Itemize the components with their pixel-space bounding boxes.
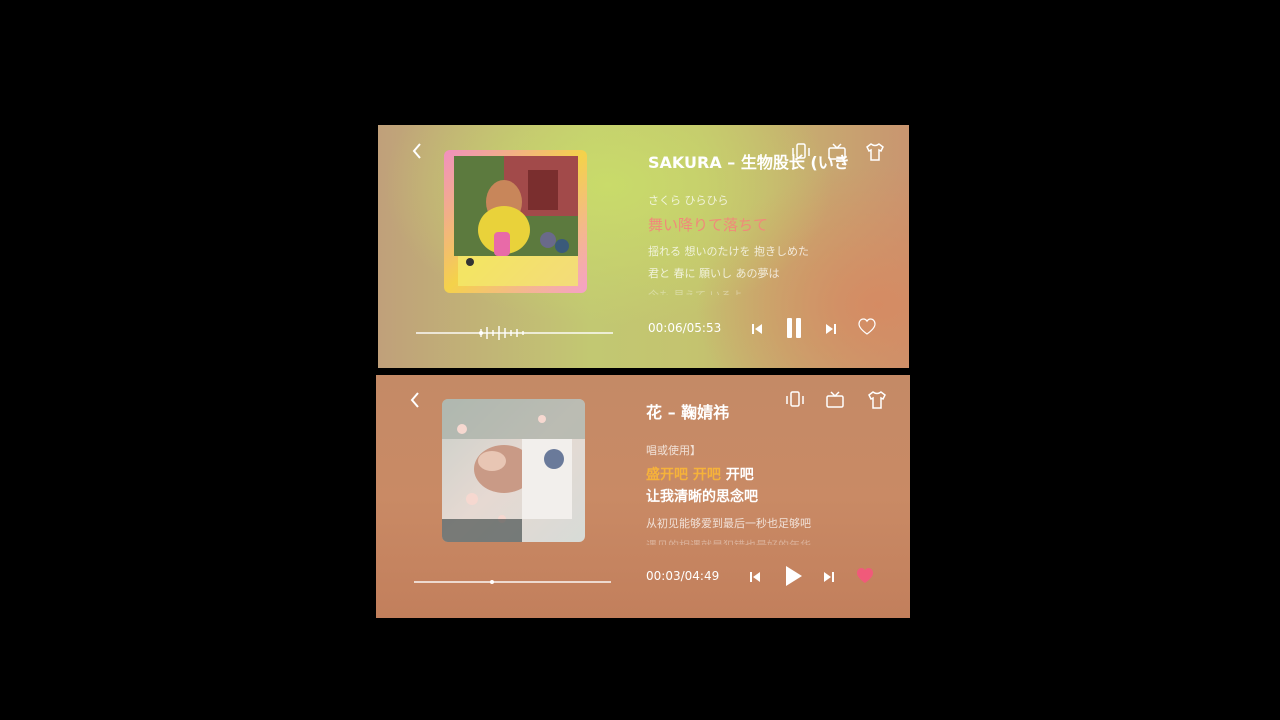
lyric-line-previous: 唱或使用】: [646, 444, 701, 457]
lyric-line-after: 君と 春に 願いし あの夢は: [648, 267, 780, 280]
tv-icon[interactable]: [826, 141, 848, 163]
back-icon[interactable]: [410, 141, 424, 161]
lyric-sung-part: 盛开吧 开吧: [646, 467, 721, 483]
music-player-hua: 花 – 鞠婧祎 唱或使用】 盛开吧 开吧 开吧 让我清晰的思念吧 从初见能够爱到…: [376, 375, 910, 618]
pause-button[interactable]: [784, 317, 804, 343]
tshirt-icon[interactable]: [864, 141, 886, 163]
lyric-line-fade: 遇见的相遇就是犯错也最好的年华: [646, 537, 811, 545]
lyric-line-previous: さくら ひらひら: [648, 194, 729, 207]
lyric-line-after: 从初见能够爱到最后一秒也足够吧: [646, 517, 811, 530]
lyric-unsung-part: 开吧: [720, 467, 754, 483]
lyric-line-next: 揺れる 想いのたけを 抱きしめた: [648, 245, 809, 258]
playback-time: 00:06/05:53: [648, 321, 722, 335]
heart-icon[interactable]: [858, 318, 882, 340]
back-icon[interactable]: [408, 390, 422, 410]
lyric-line-active: 舞い降りて落ちて: [648, 216, 769, 234]
next-icon[interactable]: [822, 569, 836, 588]
play-button[interactable]: [782, 564, 804, 592]
tshirt-icon[interactable]: [866, 389, 888, 411]
heart-icon[interactable]: [856, 567, 880, 589]
music-player-sakura: SAKURA – 生物股长 (いき さくら ひらひら 舞い降りて落ちて 揺れる …: [378, 125, 909, 368]
progress-bar[interactable]: [414, 580, 611, 584]
vibrate-icon[interactable]: [784, 389, 806, 411]
waveform: [478, 324, 538, 342]
previous-icon[interactable]: [750, 321, 764, 340]
vibrate-icon[interactable]: [790, 141, 812, 163]
album-cover: [442, 399, 585, 542]
song-title: 花 – 鞠婧祎: [646, 403, 730, 422]
lyric-line-fade: 今も 見えて いるよ: [648, 287, 742, 295]
previous-icon[interactable]: [748, 569, 762, 588]
lyric-line-next: 让我清晰的思念吧: [646, 489, 758, 505]
playback-time: 00:03/04:49: [646, 569, 720, 583]
album-cover: [444, 150, 587, 293]
lyric-line-active: 盛开吧 开吧 开吧: [646, 464, 754, 484]
progress-handle[interactable]: [490, 580, 494, 584]
next-icon[interactable]: [824, 321, 838, 340]
tv-icon[interactable]: [824, 389, 846, 411]
